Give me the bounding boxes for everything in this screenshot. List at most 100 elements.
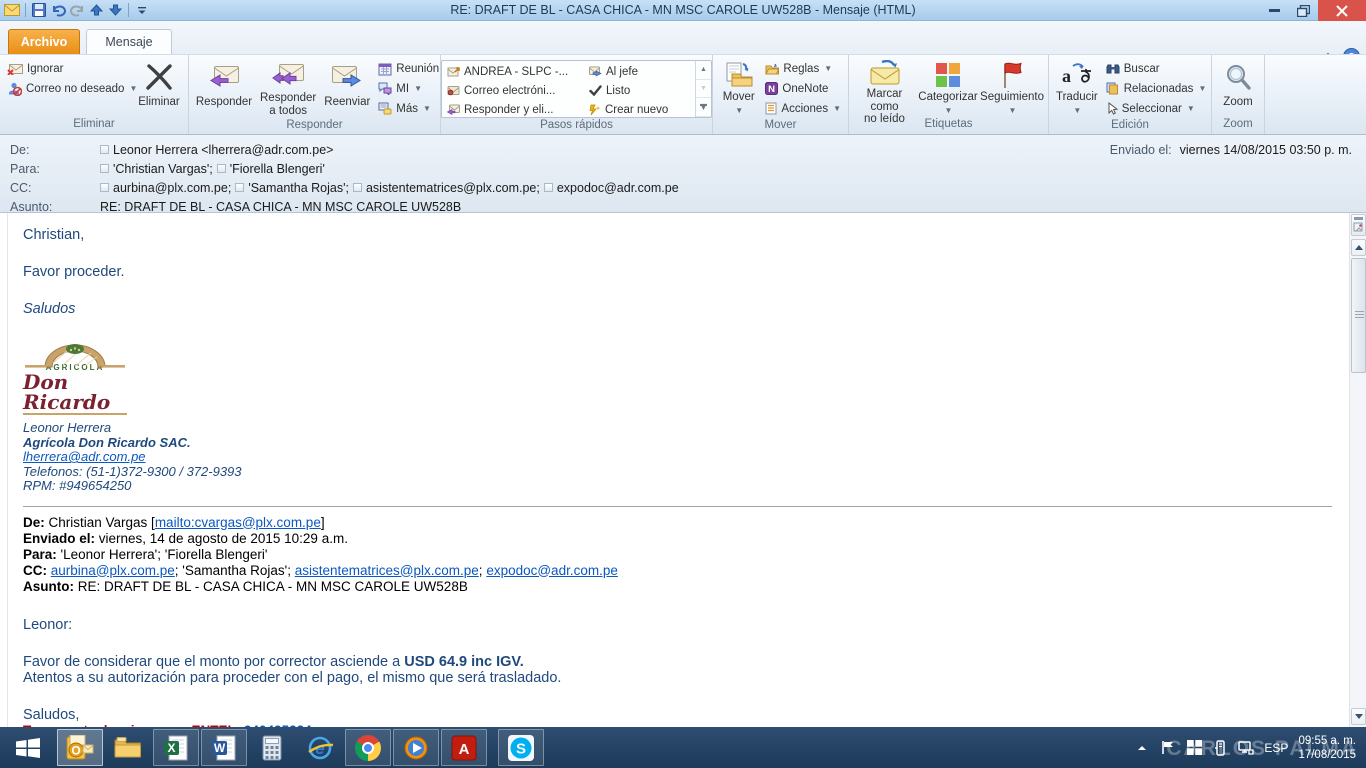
taskbar-outlook-icon[interactable]: O — [57, 729, 103, 766]
body-closing: Saludos — [23, 301, 1349, 317]
cc-email-link[interactable]: asistentematrices@plx.com.pe — [295, 563, 479, 578]
network-icon[interactable] — [1238, 740, 1254, 756]
taskbar-calculator-icon[interactable] — [249, 729, 295, 766]
reenviar-button[interactable]: Reenviar — [320, 57, 374, 117]
para-recipient[interactable]: 'Fiorella Blengeri' — [230, 162, 325, 176]
company-logo: AGRICOLA Don Ricardo — [23, 343, 127, 415]
group-mover: Mover▼ Reglas ▼ N OneNote Acciones — [713, 55, 849, 134]
correo-no-deseado-button[interactable]: Correo no deseado ▼ — [3, 79, 133, 98]
onenote-button[interactable]: N OneNote — [761, 79, 845, 98]
group-eliminar: Ignorar Correo no deseado ▼ Eliminar Eli… — [0, 55, 189, 134]
cc-email-link[interactable]: expodoc@adr.com.pe — [486, 563, 618, 578]
taskbar-internet-explorer-icon[interactable]: e — [297, 729, 343, 766]
actions-list-icon — [765, 102, 777, 115]
mailto-link[interactable]: mailto:cvargas@plx.com.pe — [155, 515, 321, 530]
cc-recipient[interactable]: aurbina@plx.com.pe; — [113, 181, 231, 195]
close-button[interactable] — [1318, 0, 1366, 21]
usb-device-icon[interactable] — [1212, 740, 1228, 756]
chevron-down-icon: ▼ — [833, 104, 841, 113]
restore-button[interactable] — [1289, 0, 1318, 21]
de-value[interactable]: Leonor Herrera <lherrera@adr.com.pe> — [113, 143, 333, 157]
reply-all-icon — [271, 60, 305, 90]
taskbar-chrome-icon[interactable] — [345, 729, 391, 766]
acciones-button[interactable]: Acciones ▼ — [761, 99, 845, 118]
mi-button[interactable]: MI ▼ — [374, 79, 443, 98]
taskbar-skype-icon[interactable]: S — [498, 729, 544, 766]
taskbar-excel-icon[interactable]: X — [153, 729, 199, 766]
mas-button[interactable]: Más ▼ — [374, 99, 443, 118]
quick-step-listo[interactable]: Listo — [587, 81, 695, 100]
hidden-icons-chevron[interactable] — [1134, 740, 1150, 756]
reply-delete-icon — [447, 104, 460, 115]
delete-x-icon — [144, 60, 174, 94]
chevron-down-icon: ▼ — [414, 84, 422, 93]
seguimiento-button[interactable]: Seguimiento▼ — [979, 57, 1045, 117]
quick-steps-scroll-up[interactable]: ▲ — [696, 61, 711, 80]
quick-step-andrea[interactable]: ANDREA - SLPC -... — [445, 62, 587, 81]
seleccionar-button[interactable]: Seleccionar ▼ — [1102, 99, 1211, 118]
categorizar-button[interactable]: Categorizar▼ — [917, 57, 979, 117]
presence-icon — [100, 145, 109, 154]
cc-recipient[interactable]: 'Samantha Rojas'; — [248, 181, 349, 195]
presence-icon — [217, 164, 226, 173]
tab-mensaje[interactable]: Mensaje — [86, 29, 172, 54]
mover-button[interactable]: Mover▼ — [716, 57, 761, 117]
relacionadas-button[interactable]: Relacionadas ▼ — [1102, 79, 1211, 98]
windows-tray-icon[interactable] — [1186, 740, 1202, 756]
title-bar: RE: DRAFT DE BL - CASA CHICA - MN MSC CA… — [0, 0, 1366, 21]
clock[interactable]: 09:55 a. m. 17/08/2015 — [1298, 734, 1360, 762]
vertical-scrollbar[interactable] — [1349, 213, 1366, 727]
language-indicator[interactable]: ESP — [1264, 741, 1288, 755]
quick-step-al-jefe[interactable]: Al jefe — [587, 62, 695, 81]
quick-step-crear-nuevo[interactable]: Crear nuevo — [587, 100, 695, 119]
magnifier-icon — [1224, 60, 1252, 94]
action-center-flag-icon[interactable] — [1160, 740, 1176, 756]
minimize-button[interactable] — [1260, 0, 1289, 21]
taskbar-adobe-reader-icon[interactable]: A — [441, 729, 487, 766]
quick-step-responder-eliminar[interactable]: Responder y eli... — [445, 100, 587, 119]
zoom-button[interactable]: Zoom — [1215, 57, 1261, 117]
reglas-button[interactable]: Reglas ▼ — [761, 59, 845, 78]
buscar-button[interactable]: Buscar — [1102, 59, 1211, 78]
cc-recipient[interactable]: expodoc@adr.com.pe — [557, 181, 679, 195]
scroll-down-button[interactable] — [1351, 708, 1366, 725]
responder-button[interactable]: Responder — [192, 57, 256, 117]
signature-email-link[interactable]: lherrera@adr.com.pe — [23, 449, 146, 464]
reading-pane-options-button[interactable] — [1351, 214, 1366, 236]
chevron-down-icon: ▼ — [824, 64, 832, 73]
marcar-no-leido-button[interactable]: Marcar comono leído — [852, 57, 917, 117]
asunto-label: Asunto: — [0, 200, 100, 214]
ignorar-button[interactable]: Ignorar — [3, 59, 133, 78]
quick-steps-more[interactable]: ▬▼ — [696, 98, 711, 117]
follow-up-flag-icon — [999, 60, 1025, 89]
lightning-new-icon — [589, 104, 601, 116]
enviado-el-value: viernes 14/08/2015 03:50 p. m. — [1180, 143, 1352, 157]
system-tray: ESP 09:55 a. m. 17/08/2015 — [1134, 727, 1360, 768]
quoted-cc-row: CC: aurbina@plx.com.pe; 'Samantha Rojas'… — [23, 563, 1349, 579]
reunion-button[interactable]: Reunión — [374, 59, 443, 78]
translate-icon: a — [1061, 60, 1093, 89]
cc-recipient[interactable]: asistentematrices@plx.com.pe; — [366, 181, 540, 195]
traducir-button[interactable]: a Traducir▼ — [1052, 57, 1102, 117]
tab-archivo[interactable]: Archivo — [8, 29, 80, 54]
reply-line1: Favor de considerar que el monto por cor… — [23, 654, 1349, 670]
para-recipient[interactable]: 'Christian Vargas'; — [113, 162, 213, 176]
taskbar-word-icon[interactable]: W — [201, 729, 247, 766]
chevron-down-icon: ▼ — [1187, 104, 1195, 113]
reply-icon — [208, 60, 240, 94]
eliminar-button[interactable]: Eliminar — [133, 57, 185, 117]
quick-steps-gallery: ANDREA - SLPC -... Al jefe Correo electr… — [441, 60, 712, 118]
start-button[interactable] — [0, 727, 56, 768]
responder-a-todos-button[interactable]: Responder a todos — [256, 57, 320, 117]
taskbar-file-explorer-icon[interactable] — [105, 729, 151, 766]
cc-email-link[interactable]: aurbina@plx.com.pe — [51, 563, 175, 578]
taskbar-media-player-icon[interactable] — [393, 729, 439, 766]
para-label: Para: — [0, 162, 100, 176]
quick-step-correo-electronico[interactable]: Correo electróni... — [445, 81, 587, 100]
scroll-up-button[interactable] — [1351, 239, 1366, 256]
cc-label: CC: — [0, 181, 100, 195]
reading-pane[interactable]: Christian, Favor proceder. Saludos — [0, 213, 1349, 727]
group-label-zoom: Zoom — [1212, 117, 1264, 134]
quick-steps-scroll-down[interactable]: ▼ — [696, 80, 711, 99]
scrollbar-thumb[interactable] — [1351, 258, 1366, 373]
